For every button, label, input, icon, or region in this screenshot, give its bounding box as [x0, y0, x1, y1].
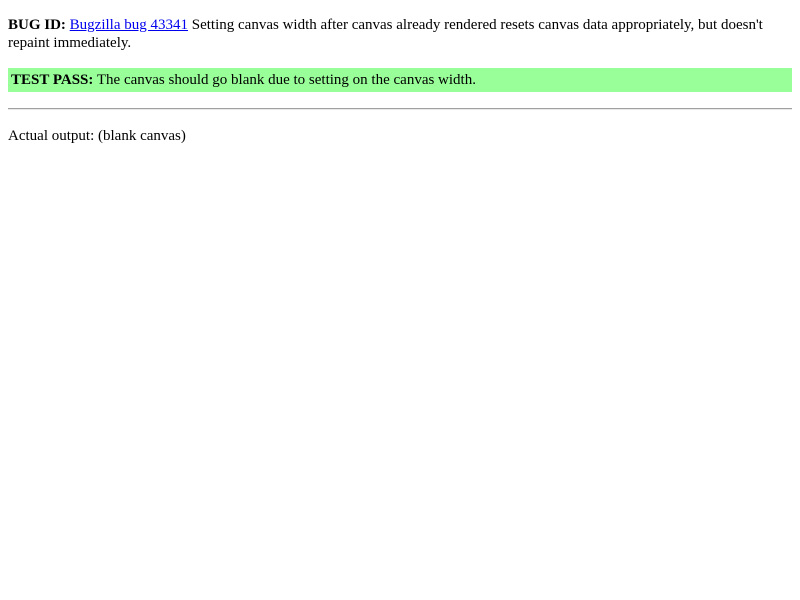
bug-id-label: BUG ID: — [8, 17, 66, 33]
actual-output-label: Actual output: — [8, 128, 95, 144]
page-content: BUG ID: Bugzilla bug 43341 Setting canva… — [0, 0, 800, 145]
test-pass-banner: TEST PASS: The canvas should go blank du… — [8, 68, 792, 92]
bugzilla-link[interactable]: Bugzilla bug 43341 — [70, 17, 188, 33]
test-pass-message: The canvas should go blank due to settin… — [96, 72, 476, 88]
test-pass-label: TEST PASS: — [11, 72, 94, 88]
actual-output-value: (blank canvas) — [98, 128, 186, 144]
divider — [8, 108, 792, 110]
actual-output: Actual output: (blank canvas) — [8, 127, 792, 145]
bug-info: BUG ID: Bugzilla bug 43341 Setting canva… — [8, 16, 792, 52]
